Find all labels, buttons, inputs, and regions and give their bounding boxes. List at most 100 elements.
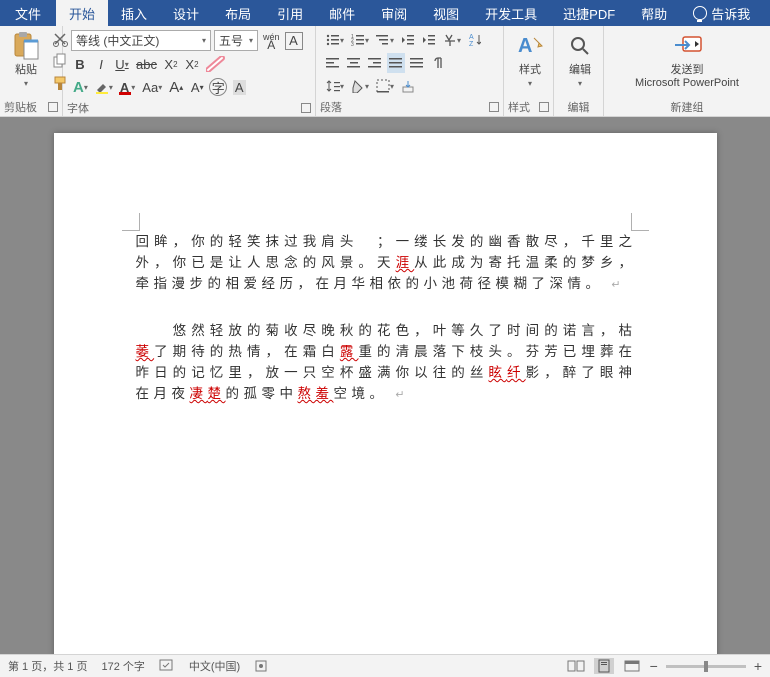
snap-grid-button[interactable] — [399, 76, 417, 96]
styles-dialog-launcher[interactable] — [539, 102, 549, 112]
bullets-button[interactable]: ▾ — [324, 30, 346, 50]
tab-layout[interactable]: 布局 — [212, 0, 264, 26]
paste-button[interactable]: 粘贴▾ — [4, 28, 48, 92]
font-size-value: 五号 — [219, 32, 243, 49]
editing-label: 编辑 — [569, 64, 591, 77]
spell-error[interactable]: 眩 — [488, 365, 507, 380]
tab-review[interactable]: 审阅 — [368, 0, 420, 26]
word-count[interactable]: 172 个字 — [101, 658, 144, 674]
font-size-select[interactable]: 五号▾ — [214, 30, 258, 51]
document-area[interactable]: 回眸，你的轻笑抹过我肩头 ；一缕长发的幽香散尽，千里之外，你已是让人思念的风景。… — [0, 117, 770, 654]
margin-corner-tl — [122, 213, 140, 231]
find-icon — [564, 30, 596, 62]
macro-icon[interactable] — [254, 659, 268, 673]
underline-button[interactable]: U▾ — [113, 54, 131, 74]
newgroup-label: 新建组 — [671, 99, 704, 115]
multilevel-list-button[interactable]: ▾ — [374, 30, 396, 50]
bulb-icon — [693, 6, 707, 20]
font-color-button[interactable]: A▾ — [118, 77, 137, 97]
tab-help[interactable]: 帮助 — [628, 0, 680, 26]
distributed-button[interactable] — [408, 53, 426, 73]
spell-error[interactable]: 纤 — [507, 365, 526, 380]
highlight-button[interactable]: ▾ — [93, 77, 115, 97]
paragraph-mark: ↵ — [611, 279, 625, 291]
enclose-char-button[interactable]: 字 — [209, 78, 227, 96]
show-marks-button[interactable] — [429, 53, 447, 73]
styles-button[interactable]: A 样式▾ — [508, 28, 552, 92]
page-count[interactable]: 第 1 页，共 1 页 — [8, 658, 87, 674]
spell-error[interactable]: 萎 — [136, 344, 155, 359]
align-left-button[interactable] — [324, 53, 342, 73]
tab-view[interactable]: 视图 — [420, 0, 472, 26]
char-shading-button[interactable]: A — [230, 77, 248, 97]
spell-error[interactable]: 涯 — [396, 255, 415, 270]
spell-error[interactable]: 熬羞 — [298, 386, 334, 401]
paste-icon — [10, 30, 42, 62]
tab-insert[interactable]: 插入 — [108, 0, 160, 26]
clear-format-button[interactable] — [204, 54, 228, 74]
sort-button[interactable]: AZ — [466, 30, 484, 50]
shading-button[interactable]: ▾ — [349, 76, 371, 96]
align-justify-button[interactable] — [387, 53, 405, 73]
paste-label: 粘贴 — [15, 64, 37, 77]
increase-indent-button[interactable] — [420, 30, 438, 50]
tab-home[interactable]: 开始 — [56, 0, 108, 26]
send-to-ppt-icon — [671, 30, 703, 62]
align-center-button[interactable] — [345, 53, 363, 73]
styles-label: 样式 — [519, 64, 541, 77]
spell-error[interactable]: 凄 — [190, 386, 208, 401]
subscript-button[interactable]: X2 — [162, 54, 180, 74]
language[interactable]: 中文(中国) — [189, 658, 240, 674]
editing-button[interactable]: 编辑▾ — [558, 28, 602, 92]
tab-design[interactable]: 设计 — [160, 0, 212, 26]
character-border-button[interactable]: A — [285, 32, 303, 50]
bold-button[interactable]: B — [71, 54, 89, 74]
clipboard-dialog-launcher[interactable] — [48, 102, 58, 112]
margin-corner-tr — [631, 213, 649, 231]
read-mode-button[interactable] — [566, 658, 586, 674]
borders-button[interactable]: ▾ — [374, 76, 396, 96]
spell-error[interactable]: 楚 — [208, 386, 226, 401]
paragraph-2[interactable]: 悠然轻放的菊收尽晚秋的花色，叶等久了时间的诺言，枯萎了期待的热情，在霜白露重的清… — [136, 320, 637, 406]
styles-icon: A — [514, 30, 546, 62]
send-to-powerpoint-button[interactable]: 发送到 Microsoft PowerPoint — [629, 28, 745, 92]
page[interactable]: 回眸，你的轻笑抹过我肩头 ；一缕长发的幽香散尽，千里之外，你已是让人思念的风景。… — [54, 133, 717, 654]
text-effects-button[interactable]: A▾ — [71, 77, 90, 97]
paragraph-mark: ↵ — [395, 389, 409, 401]
numbering-button[interactable]: 123▾ — [349, 30, 371, 50]
paragraph-dialog-launcher[interactable] — [489, 102, 499, 112]
web-layout-button[interactable] — [622, 658, 642, 674]
italic-button[interactable]: I — [92, 54, 110, 74]
zoom-out-button[interactable]: − — [650, 658, 658, 674]
svg-text:3: 3 — [351, 42, 354, 46]
svg-text:A: A — [518, 35, 532, 57]
tab-mailings[interactable]: 邮件 — [316, 0, 368, 26]
strikethrough-button[interactable]: abc — [134, 54, 159, 74]
send-label-1: 发送到 — [671, 64, 704, 77]
line-spacing-button[interactable]: ▾ — [324, 76, 346, 96]
tell-me-label: 告诉我 — [711, 4, 750, 23]
tell-me[interactable]: 告诉我 — [680, 0, 763, 26]
tab-file[interactable]: 文件 — [0, 0, 56, 26]
superscript-button[interactable]: X2 — [183, 54, 201, 74]
tab-references[interactable]: 引用 — [264, 0, 316, 26]
font-name-select[interactable]: 等线 (中文正文)▾ — [71, 30, 211, 51]
paragraph-group-label: 段落 — [320, 99, 342, 115]
ribbon: 粘贴▾ 剪贴板 等线 (中文正文)▾ 五号▾ wénA A B I U▾ abc — [0, 26, 770, 117]
decrease-indent-button[interactable] — [399, 30, 417, 50]
spell-check-icon[interactable] — [159, 659, 175, 673]
change-case-button[interactable]: Aa▾ — [140, 77, 164, 97]
print-layout-button[interactable] — [594, 658, 614, 674]
tab-devtools[interactable]: 开发工具 — [472, 0, 550, 26]
phonetic-guide-button[interactable]: wénA — [261, 31, 282, 51]
grow-font-button[interactable]: A▴ — [167, 77, 185, 97]
asian-layout-button[interactable]: ▾ — [441, 30, 463, 50]
spell-error[interactable]: 露 — [340, 344, 359, 359]
tab-pdf[interactable]: 迅捷PDF — [550, 0, 628, 26]
font-dialog-launcher[interactable] — [301, 103, 311, 113]
zoom-in-button[interactable]: + — [754, 658, 762, 674]
align-right-button[interactable] — [366, 53, 384, 73]
shrink-font-button[interactable]: A▾ — [188, 77, 206, 97]
zoom-slider[interactable] — [666, 665, 746, 668]
paragraph-1[interactable]: 回眸，你的轻笑抹过我肩头 ；一缕长发的幽香散尽，千里之外，你已是让人思念的风景。… — [136, 231, 637, 296]
